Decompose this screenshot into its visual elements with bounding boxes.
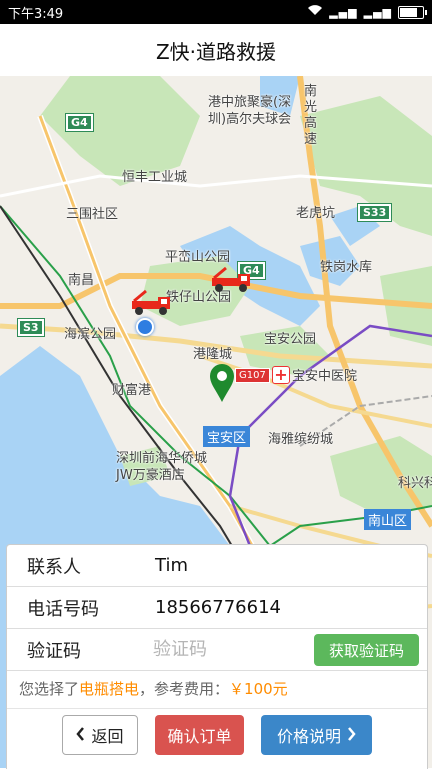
map-label-jw: 深圳前海华侨城JW万豪酒店 — [116, 451, 208, 483]
battery-icon — [398, 5, 427, 19]
status-icons: ▂▄▆ ▂▄▆ — [307, 4, 427, 20]
divider — [7, 708, 427, 709]
summary-service: 电瓶搭电 — [79, 680, 140, 698]
current-location-icon — [136, 318, 154, 336]
chevron-right-icon — [347, 726, 356, 745]
code-label: 验证码 — [27, 640, 81, 662]
back-button[interactable]: 返回 — [62, 715, 138, 755]
map-label-nanguang: 南光高速 — [304, 84, 318, 147]
summary-middle: ，参考费用： — [139, 680, 230, 698]
price-info-label: 价格说明 — [276, 727, 341, 746]
map-label-laohukeng: 老虎坑 — [296, 206, 336, 221]
map-label-hospital: 宝安中医院 — [292, 369, 358, 384]
get-code-button[interactable]: 获取验证码 — [314, 634, 419, 666]
signal-icon: ▂▄▆ — [329, 5, 358, 19]
road-shield-g107: G107 — [235, 368, 270, 383]
phone-number-field[interactable]: 18566776614 — [155, 597, 281, 618]
map-label-tiegang: 铁岗水库 — [320, 260, 373, 275]
summary-prefix: 您选择了 — [19, 680, 80, 698]
district-label-baoan: 宝安区 — [203, 426, 251, 447]
summary-price: ￥100元 — [229, 680, 288, 698]
status-bar: 下午3:49 ▂▄▆ ▂▄▆ — [0, 0, 432, 24]
status-time: 下午3:49 — [8, 6, 64, 22]
tow-truck-icon[interactable] — [210, 266, 254, 294]
road-shield-s3: S3 — [17, 318, 45, 337]
page-title: Z快·道路救援 — [0, 24, 432, 77]
signal-icon-2: ▂▄▆ — [363, 5, 392, 19]
phone-label: 电话号码 — [27, 598, 99, 620]
map-label-nanchang: 南昌 — [68, 273, 95, 288]
map-label-golf: 港中旅聚豪(深圳)高尔夫球会 — [208, 95, 292, 127]
map-label-hengfeng: 恒丰工业城 — [122, 170, 188, 185]
map-label-haiya: 海雅缤纷城 — [268, 432, 334, 447]
map-label-caifu: 财富港 — [112, 383, 152, 398]
map-label-ganglong: 港隆城 — [193, 347, 233, 362]
wifi-icon — [307, 4, 323, 20]
order-form-panel: 联系人 Tim 电话号码 18566776614 验证码 获取验证码 您选择了电… — [6, 544, 428, 769]
map-label-baoan-park: 宝安公园 — [264, 332, 317, 347]
service-summary: 您选择了电瓶搭电，参考费用：￥100元 — [19, 678, 288, 699]
map-label-kexing: 科兴科 — [398, 476, 432, 491]
map-label-sanwei: 三围社区 — [66, 207, 119, 222]
contact-label: 联系人 — [27, 556, 81, 578]
map-label-pingluan: 平峦山公园 — [165, 250, 231, 265]
map-label-haibin: 海滨公园 — [64, 327, 117, 342]
verification-code-input[interactable] — [151, 638, 295, 661]
road-shield-s33: S33 — [356, 203, 393, 222]
confirm-order-button[interactable]: 确认订单 — [155, 715, 244, 755]
tow-truck-icon-2[interactable] — [130, 289, 174, 317]
location-pin-icon[interactable] — [208, 362, 236, 402]
phone-row: 电话号码 18566776614 — [7, 587, 427, 629]
hospital-icon: + — [272, 366, 290, 384]
district-label-nanshan: 南山区 — [364, 509, 412, 530]
contact-row: 联系人 Tim — [7, 545, 427, 587]
price-info-button[interactable]: 价格说明 — [261, 715, 372, 755]
road-shield-g4: G4 — [65, 113, 94, 132]
contact-name-field[interactable]: Tim — [155, 555, 188, 576]
code-row: 验证码 获取验证码 — [7, 629, 427, 671]
battery-fill — [400, 7, 417, 17]
chevron-left-icon — [76, 726, 85, 745]
back-button-label: 返回 — [91, 727, 124, 746]
